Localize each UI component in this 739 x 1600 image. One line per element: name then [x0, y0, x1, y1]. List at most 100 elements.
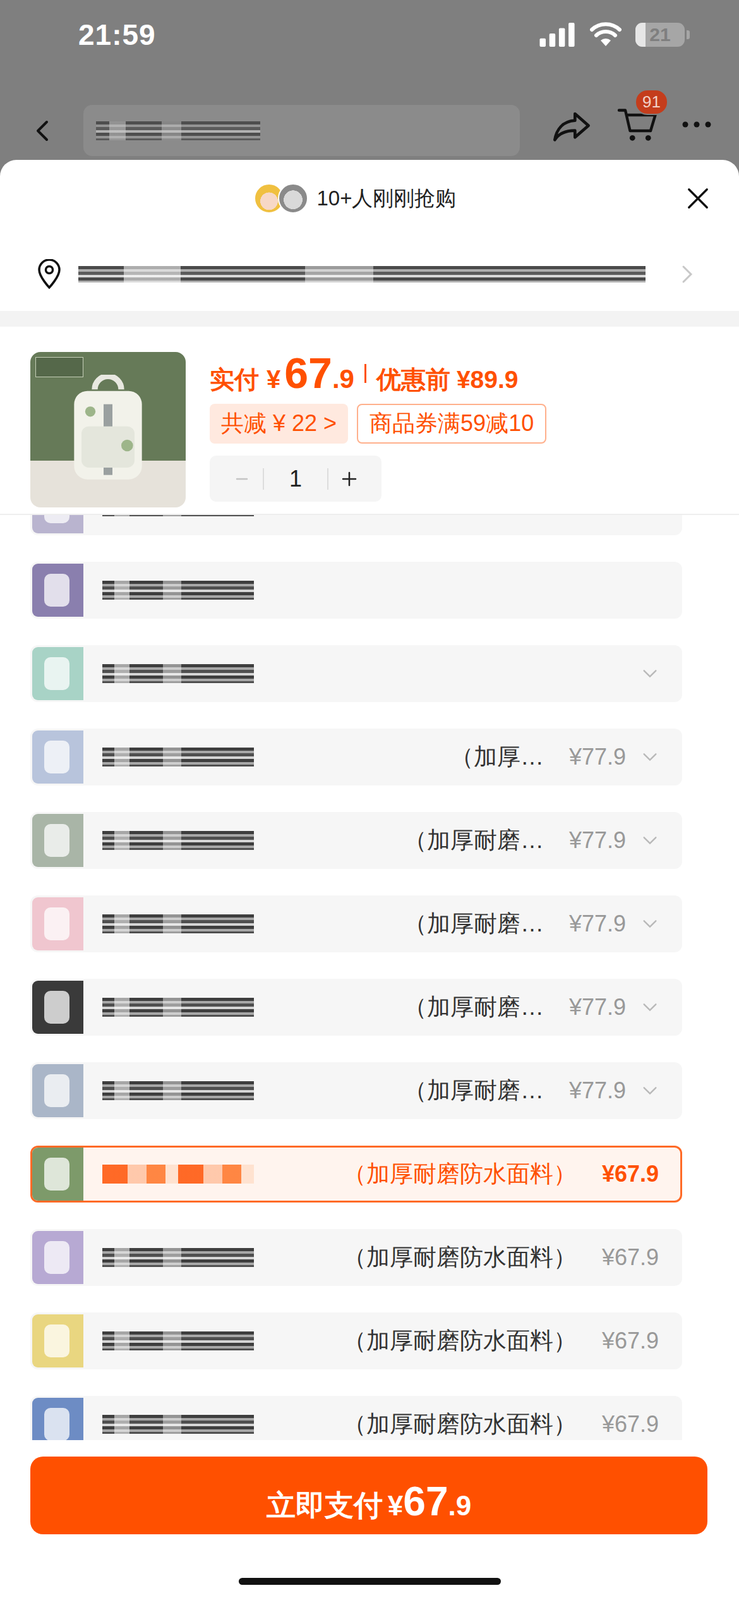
option-thumbnail — [30, 514, 84, 534]
product-info: 实付 ¥ 67 .9 优惠前 ¥89.9 共减 ¥ 22 > 商品券满59减10… — [209, 351, 547, 506]
thumbnail-bag — [44, 514, 70, 523]
redacted-address — [78, 265, 646, 283]
cart-badge: 91 — [634, 89, 669, 115]
section-separator — [0, 310, 739, 327]
thumbnail-bag — [44, 1157, 70, 1190]
option-row[interactable]: （加厚耐磨… ¥77.9 — [30, 978, 683, 1036]
search-box[interactable] — [83, 104, 520, 157]
quantity-value[interactable]: 1 — [264, 465, 328, 493]
option-suffix: （加厚耐磨… — [403, 991, 544, 1023]
chevron-down-icon[interactable] — [641, 1083, 659, 1097]
option-suffix: （加厚耐磨防水面料） — [342, 1324, 577, 1357]
chevron-down-icon[interactable] — [641, 750, 659, 764]
minus-icon[interactable] — [232, 469, 252, 489]
battery-cap — [686, 30, 690, 40]
option-thumbnail — [30, 563, 84, 617]
option-price: ¥77.9 — [569, 826, 626, 854]
battery-icon: 21 — [635, 22, 690, 47]
option-price: ¥77.9 — [569, 993, 626, 1021]
option-suffix: （加厚耐磨… — [403, 1074, 544, 1106]
price-integer: 67 — [284, 348, 333, 398]
option-row[interactable]: （加厚耐磨… ¥77.9 — [30, 895, 683, 952]
footer: 立即支付 ¥ 67 .9 — [0, 1439, 739, 1600]
chevron-down-icon[interactable] — [641, 917, 659, 930]
screen: 21:59 21 91 10+人刚刚抢购 实付 ¥ 67 .9 优惠前 ¥89.… — [0, 0, 739, 1600]
option-thumbnail — [30, 1397, 84, 1440]
thumbnail-bag — [44, 1240, 70, 1274]
coupon-tag: 商品券满59减10 — [356, 403, 547, 444]
thumbnail-bag — [44, 1323, 70, 1357]
redacted-option-name — [102, 747, 254, 767]
avatars — [253, 183, 309, 214]
option-suffix: （加厚耐磨… — [403, 824, 544, 856]
redacted-option-name — [102, 580, 254, 600]
option-thumbnail — [30, 1063, 84, 1117]
pay-currency: ¥ — [387, 1489, 403, 1521]
option-price: ¥67.9 — [601, 1243, 659, 1271]
backpack-picture — [63, 374, 153, 486]
option-thumbnail — [30, 980, 84, 1034]
option-price: ¥77.9 — [569, 743, 626, 770]
pay-button[interactable]: 立即支付 ¥ 67 .9 — [30, 1455, 708, 1534]
option-price: ¥77.9 — [569, 910, 626, 937]
cart-button[interactable]: 91 — [617, 105, 659, 144]
option-suffix: （加厚耐磨防水面料） — [342, 1241, 577, 1273]
option-row[interactable] — [30, 644, 683, 702]
pay-price-decimal: .9 — [447, 1489, 472, 1521]
option-row[interactable]: （加厚耐磨… ¥77.9 — [30, 1061, 683, 1119]
back-icon[interactable] — [30, 118, 56, 144]
paid-label: 实付 — [209, 362, 259, 397]
chevron-down-icon[interactable] — [641, 833, 659, 847]
address-row[interactable] — [0, 236, 739, 311]
option-row[interactable]: （加厚耐磨防水面料） ¥67.9 — [30, 1145, 683, 1202]
option-thumbnail — [30, 896, 84, 950]
option-row[interactable] — [30, 561, 683, 619]
chevron-down-icon[interactable] — [641, 1000, 659, 1014]
buyers-text: 10+人刚刚抢购 — [317, 184, 457, 213]
option-row[interactable] — [30, 514, 683, 535]
wifi-icon — [589, 22, 622, 48]
thumbnail-bag — [44, 1407, 70, 1440]
option-thumbnail — [30, 730, 84, 784]
discount-tag[interactable]: 共减 ¥ 22 > — [209, 403, 349, 444]
share-icon[interactable] — [551, 109, 592, 144]
product-summary: 实付 ¥ 67 .9 优惠前 ¥89.9 共减 ¥ 22 > 商品券满59减10… — [0, 326, 739, 515]
plus-icon[interactable] — [339, 469, 359, 489]
close-icon[interactable] — [685, 186, 710, 211]
chevron-down-icon[interactable] — [641, 666, 659, 680]
avatar-icon — [277, 183, 309, 214]
option-thumbnail — [30, 1147, 84, 1201]
nav-bar: 91 — [0, 69, 739, 160]
option-row[interactable]: （加厚耐磨… ¥77.9 — [30, 811, 683, 869]
price-currency: ¥ — [266, 365, 281, 394]
option-row[interactable]: （加厚… ¥77.9 — [30, 728, 683, 786]
redacted-option-name — [102, 1330, 254, 1350]
option-list: （加厚… ¥77.9 （加厚耐磨… ¥77.9 （加厚耐磨… ¥77.9 （加厚… — [0, 514, 739, 1440]
home-indicator — [238, 1577, 501, 1585]
buyers-notice: 10+人刚刚抢购 — [253, 183, 457, 214]
option-thumbnail — [30, 646, 84, 700]
price-decimal: .9 — [332, 363, 355, 395]
original-label: 优惠前 — [376, 362, 451, 397]
more-icon[interactable] — [681, 120, 712, 129]
redacted-option-name — [102, 663, 254, 683]
battery-fill — [635, 22, 646, 47]
pay-price-integer: 67 — [402, 1477, 448, 1525]
pay-label: 立即支付 — [266, 1485, 383, 1525]
price-line: 实付 ¥ 67 .9 优惠前 ¥89.9 — [209, 348, 519, 399]
redacted-option-name — [102, 913, 254, 933]
option-row[interactable]: （加厚耐磨防水面料） ¥67.9 — [30, 1311, 683, 1369]
thumbnail-bag — [44, 573, 70, 607]
promo-tags: 共减 ¥ 22 > 商品券满59减10 — [209, 403, 547, 444]
sku-sheet: 10+人刚刚抢购 实付 ¥ 67 .9 优惠前 ¥89.9 共减 ¥ 22 > … — [0, 159, 739, 1600]
thumbnail-bag — [44, 1073, 70, 1107]
option-suffix: （加厚… — [450, 740, 544, 773]
stepper-divider — [262, 468, 265, 490]
option-price: ¥67.9 — [601, 1160, 659, 1187]
status-time: 21:59 — [78, 17, 157, 52]
thumbnail-bag — [44, 907, 70, 940]
option-row[interactable]: （加厚耐磨防水面料） ¥67.9 — [30, 1395, 683, 1440]
thumbnail-bag — [44, 990, 70, 1024]
option-row[interactable]: （加厚耐磨防水面料） ¥67.9 — [30, 1228, 683, 1286]
option-thumbnail — [30, 1230, 84, 1284]
